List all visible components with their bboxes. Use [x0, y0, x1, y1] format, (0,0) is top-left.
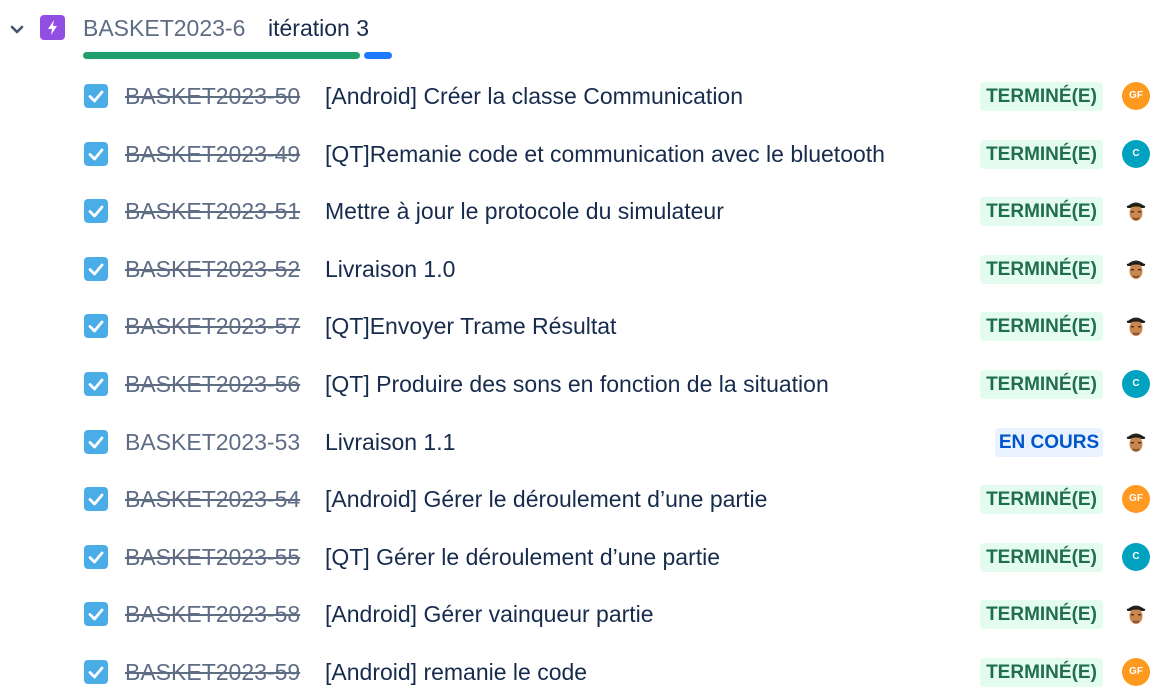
chevron-down-icon[interactable]: [8, 20, 26, 38]
issue-summary[interactable]: Livraison 1.1: [325, 427, 455, 457]
status-badge[interactable]: EN COURS: [995, 428, 1103, 457]
issue-row[interactable]: BASKET2023-58 [Android] Gérer vainqueur p…: [0, 589, 1164, 639]
issue-summary[interactable]: Livraison 1.0: [325, 254, 455, 284]
avatar[interactable]: GF: [1122, 82, 1150, 110]
checkbox-icon: [84, 602, 108, 626]
avatar[interactable]: GF: [1122, 658, 1150, 686]
checkbox-icon: [84, 430, 108, 454]
progress-done-segment: [83, 52, 360, 59]
issue-key-link[interactable]: BASKET2023-55: [125, 542, 300, 572]
issue-row[interactable]: BASKET2023-52 Livraison 1.0 TERMINÉ(E): [0, 244, 1164, 294]
avatar[interactable]: GF: [1122, 485, 1150, 513]
checkbox-icon: [84, 545, 108, 569]
status-badge[interactable]: TERMINÉ(E): [980, 140, 1103, 169]
issue-summary[interactable]: [Android] Gérer le déroulement d’une par…: [325, 484, 767, 514]
issue-summary[interactable]: [Android] remanie le code: [325, 657, 587, 687]
status-badge[interactable]: TERMINÉ(E): [980, 82, 1103, 111]
issue-key-link[interactable]: BASKET2023-57: [125, 311, 300, 341]
checkbox-icon: [84, 142, 108, 166]
status-badge[interactable]: TERMINÉ(E): [980, 312, 1103, 341]
issue-key-link[interactable]: BASKET2023-51: [125, 196, 300, 226]
issue-summary[interactable]: Mettre à jour le protocole du simulateur: [325, 196, 724, 226]
issue-row[interactable]: BASKET2023-57 [QT]Envoyer Trame Résultat T…: [0, 301, 1164, 351]
lightning-icon: [40, 15, 65, 40]
issue-summary[interactable]: [QT] Produire des sons en fonction de la…: [325, 369, 829, 399]
status-badge[interactable]: TERMINÉ(E): [980, 370, 1103, 399]
status-badge[interactable]: TERMINÉ(E): [980, 255, 1103, 284]
checkbox-icon: [84, 84, 108, 108]
issue-key-link[interactable]: BASKET2023-54: [125, 484, 300, 514]
issue-key-link[interactable]: BASKET2023-59: [125, 657, 300, 687]
issue-key-link[interactable]: BASKET2023-50: [125, 81, 300, 111]
checkbox-icon: [84, 487, 108, 511]
avatar[interactable]: C: [1122, 370, 1150, 398]
avatar[interactable]: C: [1122, 543, 1150, 571]
issue-summary[interactable]: [QT]Remanie code et communication avec l…: [325, 139, 885, 169]
issue-row[interactable]: BASKET2023-55 [QT] Gérer le déroulement d…: [0, 532, 1164, 582]
epic-title: itération 3: [268, 15, 370, 41]
avatar[interactable]: [1122, 197, 1150, 225]
checkbox-icon: [84, 372, 108, 396]
issue-summary[interactable]: [QT] Gérer le déroulement d’une partie: [325, 542, 720, 572]
status-badge[interactable]: TERMINÉ(E): [980, 658, 1103, 687]
issue-row[interactable]: BASKET2023-53 Livraison 1.1 EN COURS: [0, 417, 1164, 467]
issue-row[interactable]: BASKET2023-59 [Android] remanie le code TE…: [0, 647, 1164, 697]
issue-summary[interactable]: [Android] Gérer vainqueur partie: [325, 599, 654, 629]
checkbox-icon: [84, 257, 108, 281]
issue-row[interactable]: BASKET2023-50 [Android] Créer la classe C…: [0, 71, 1164, 121]
issue-key-link[interactable]: BASKET2023-49: [125, 139, 300, 169]
issue-row[interactable]: BASKET2023-54 [Android] Gérer le déroulem…: [0, 474, 1164, 524]
issue-key-link[interactable]: BASKET2023-56: [125, 369, 300, 399]
epic-key-link[interactable]: BASKET2023-6: [83, 13, 245, 43]
avatar[interactable]: [1122, 255, 1150, 283]
checkbox-icon: [84, 314, 108, 338]
epic-progress-bar: [83, 52, 392, 59]
avatar[interactable]: [1122, 428, 1150, 456]
issue-row[interactable]: BASKET2023-49 [QT]Remanie code et communi…: [0, 129, 1164, 179]
progress-in-progress-segment: [364, 52, 392, 59]
avatar[interactable]: [1122, 312, 1150, 340]
issue-summary[interactable]: [Android] Créer la classe Communication: [325, 81, 743, 111]
issue-key-link[interactable]: BASKET2023-53: [125, 427, 300, 457]
status-badge[interactable]: TERMINÉ(E): [980, 197, 1103, 226]
issue-key-link[interactable]: BASKET2023-52: [125, 254, 300, 284]
status-badge[interactable]: TERMINÉ(E): [980, 485, 1103, 514]
epic-header: BASKET2023-6 itération 3: [0, 0, 1164, 60]
checkbox-icon: [84, 660, 108, 684]
avatar[interactable]: C: [1122, 140, 1150, 168]
issue-key-link[interactable]: BASKET2023-58: [125, 599, 300, 629]
issue-row[interactable]: BASKET2023-51 Mettre à jour le protocole …: [0, 186, 1164, 236]
status-badge[interactable]: TERMINÉ(E): [980, 543, 1103, 572]
avatar[interactable]: [1122, 600, 1150, 628]
checkbox-icon: [84, 199, 108, 223]
issue-row[interactable]: BASKET2023-56 [QT] Produire des sons en f…: [0, 359, 1164, 409]
status-badge[interactable]: TERMINÉ(E): [980, 600, 1103, 629]
issue-summary[interactable]: [QT]Envoyer Trame Résultat: [325, 311, 616, 341]
